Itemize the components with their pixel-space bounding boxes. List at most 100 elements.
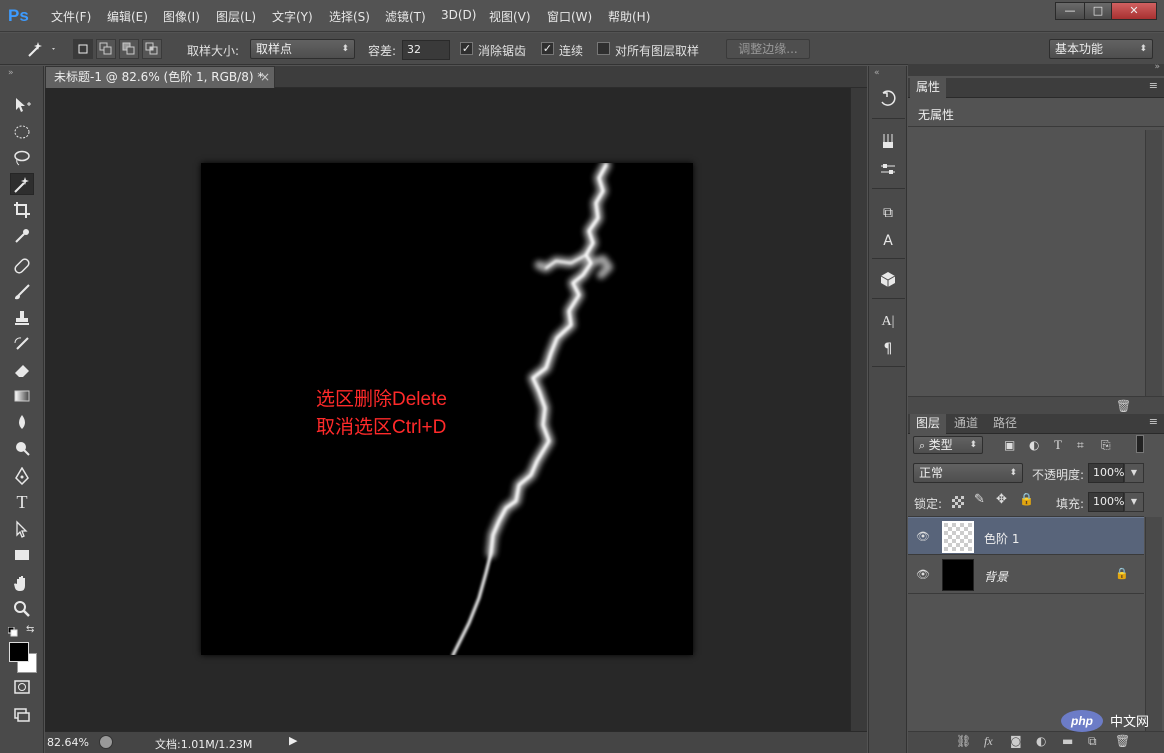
menu-filter[interactable]: 滤镜(T) (385, 8, 426, 25)
marquee-tool-icon[interactable] (10, 121, 34, 143)
history-panel-icon[interactable] (877, 90, 899, 112)
fill-input[interactable]: 100% (1088, 492, 1124, 512)
lasso-tool-icon[interactable] (10, 147, 34, 169)
share-icon[interactable] (99, 735, 113, 749)
character-styles-icon[interactable]: A (877, 230, 899, 252)
lock-position-icon[interactable]: ✥ (996, 492, 1007, 507)
character-panel-icon[interactable]: A| (877, 311, 899, 333)
layer-name[interactable]: 色阶 1 (984, 530, 1019, 547)
sample-size-select[interactable]: 取样点 ⬍ (250, 39, 355, 59)
filter-adjustment-icon[interactable]: ◐ (1029, 438, 1039, 452)
antialias-checkbox[interactable]: ✓ (460, 42, 473, 55)
tab-paths[interactable]: 路径 (987, 414, 1023, 434)
brush-tool-icon[interactable] (10, 281, 34, 303)
filter-shape-icon[interactable]: ⌗ (1077, 438, 1084, 453)
sample-all-layers-checkbox[interactable] (597, 42, 610, 55)
magic-wand-preset-icon[interactable] (24, 39, 60, 59)
crop-tool-icon[interactable] (10, 199, 34, 221)
tab-layers[interactable]: 图层 (910, 414, 947, 434)
close-window-button[interactable]: ✕ (1111, 2, 1157, 20)
trash-icon[interactable]: 🗑 (1116, 399, 1131, 413)
paragraph-styles-icon[interactable]: ⧉ (877, 202, 899, 224)
menu-view[interactable]: 视图(V) (489, 8, 531, 25)
clone-stamp-tool-icon[interactable] (10, 307, 34, 329)
collapse-icon[interactable]: « (874, 68, 880, 78)
menu-layer[interactable]: 图层(L) (216, 8, 256, 25)
menu-help[interactable]: 帮助(H) (608, 8, 650, 25)
close-tab-icon[interactable]: × (260, 67, 270, 87)
visibility-eye-icon[interactable]: 👁 (916, 568, 930, 582)
new-layer-icon[interactable]: ⧉ (1088, 734, 1097, 749)
filter-smart-object-icon[interactable]: ⎘ (1101, 438, 1111, 453)
status-menu-arrow-icon[interactable]: ▶ (289, 734, 297, 747)
filter-type-icon[interactable]: T (1054, 437, 1062, 453)
subtract-selection-icon[interactable] (119, 39, 139, 59)
history-brush-tool-icon[interactable] (10, 333, 34, 355)
blur-tool-icon[interactable] (10, 411, 34, 433)
quick-mask-icon[interactable] (10, 676, 34, 698)
collapse-icon[interactable]: » (1154, 62, 1160, 72)
fill-dropdown-icon[interactable]: ▼ (1124, 492, 1144, 512)
properties-scrollbar[interactable] (1145, 130, 1162, 396)
layer-row-levels[interactable]: 👁 色阶 1 (908, 517, 1144, 555)
opacity-input[interactable]: 100% (1088, 463, 1124, 483)
gradient-tool-icon[interactable] (10, 385, 34, 407)
menu-image[interactable]: 图像(I) (163, 8, 200, 25)
layer-row-background[interactable]: 👁 背景 🔒 (908, 556, 1144, 594)
tolerance-input[interactable]: 32 (402, 40, 450, 60)
type-tool-icon[interactable]: T (10, 491, 34, 513)
tab-channels[interactable]: 通道 (948, 414, 984, 434)
add-selection-icon[interactable] (96, 39, 116, 59)
zoom-tool-icon[interactable] (10, 598, 34, 620)
adjustments-icon[interactable] (877, 160, 899, 182)
foreground-color-swatch[interactable] (9, 642, 29, 662)
menu-file[interactable]: 文件(F) (51, 8, 91, 25)
zoom-level[interactable]: 82.64% (47, 736, 89, 749)
layers-scrollbar[interactable] (1145, 517, 1162, 731)
filter-toggle[interactable] (1136, 435, 1144, 453)
brush-presets-icon[interactable] (877, 132, 899, 154)
menu-edit[interactable]: 编辑(E) (107, 8, 148, 25)
hand-tool-icon[interactable] (10, 572, 34, 594)
dodge-tool-icon[interactable] (10, 437, 34, 459)
eraser-tool-icon[interactable] (10, 359, 34, 381)
rectangle-tool-icon[interactable] (10, 544, 34, 566)
eyedropper-tool-icon[interactable] (10, 225, 34, 247)
menu-window[interactable]: 窗口(W) (547, 8, 592, 25)
panel-menu-icon[interactable]: ≡ (1149, 79, 1158, 92)
filter-pixel-icon[interactable]: ▣ (1004, 438, 1015, 452)
pen-tool-icon[interactable] (10, 465, 34, 487)
screen-mode-icon[interactable] (10, 704, 34, 726)
path-selection-tool-icon[interactable] (10, 518, 34, 540)
paragraph-panel-icon[interactable]: ¶ (877, 338, 899, 360)
swap-colors-icon[interactable]: ⇆ (26, 624, 34, 635)
panel-menu-icon[interactable]: ≡ (1149, 415, 1158, 428)
refine-edge-button[interactable]: 调整边缘... (726, 39, 810, 59)
link-layers-icon[interactable]: ⛓ (956, 734, 971, 748)
new-group-icon[interactable]: ▬ (1062, 734, 1073, 748)
maximize-button[interactable]: □ (1084, 2, 1112, 20)
default-colors-icon[interactable] (7, 626, 18, 637)
magic-wand-tool-icon[interactable] (10, 173, 34, 195)
tab-properties[interactable]: 属性 (910, 78, 947, 98)
lock-transparent-icon[interactable] (952, 496, 964, 508)
fx-icon[interactable]: fx (984, 734, 993, 749)
workspace-select[interactable]: 基本功能 ⬍ (1049, 39, 1153, 59)
menu-3d[interactable]: 3D(D) (441, 8, 476, 22)
menu-type[interactable]: 文字(Y) (272, 8, 313, 25)
vertical-scrollbar[interactable] (850, 88, 867, 731)
layer-filter-select[interactable]: ⌕ 类型 ⬍ (913, 436, 983, 454)
layer-name[interactable]: 背景 (984, 568, 1008, 585)
3d-panel-icon[interactable] (877, 270, 899, 292)
blend-mode-select[interactable]: 正常 ⬍ (913, 463, 1023, 483)
collapse-icon[interactable]: » (8, 68, 14, 78)
document-tab[interactable]: 未标题-1 @ 82.6% (色阶 1, RGB/8) * × (45, 66, 275, 88)
lock-all-icon[interactable]: 🔒 (1019, 492, 1034, 506)
new-adjustment-icon[interactable]: ◐ (1036, 734, 1046, 748)
opacity-dropdown-icon[interactable]: ▼ (1124, 463, 1144, 483)
delete-layer-icon[interactable]: 🗑 (1115, 734, 1130, 748)
lock-pixels-icon[interactable]: ✎ (974, 492, 985, 507)
new-selection-icon[interactable] (73, 39, 93, 59)
visibility-eye-icon[interactable]: 👁 (916, 530, 930, 544)
menu-select[interactable]: 选择(S) (329, 8, 370, 25)
